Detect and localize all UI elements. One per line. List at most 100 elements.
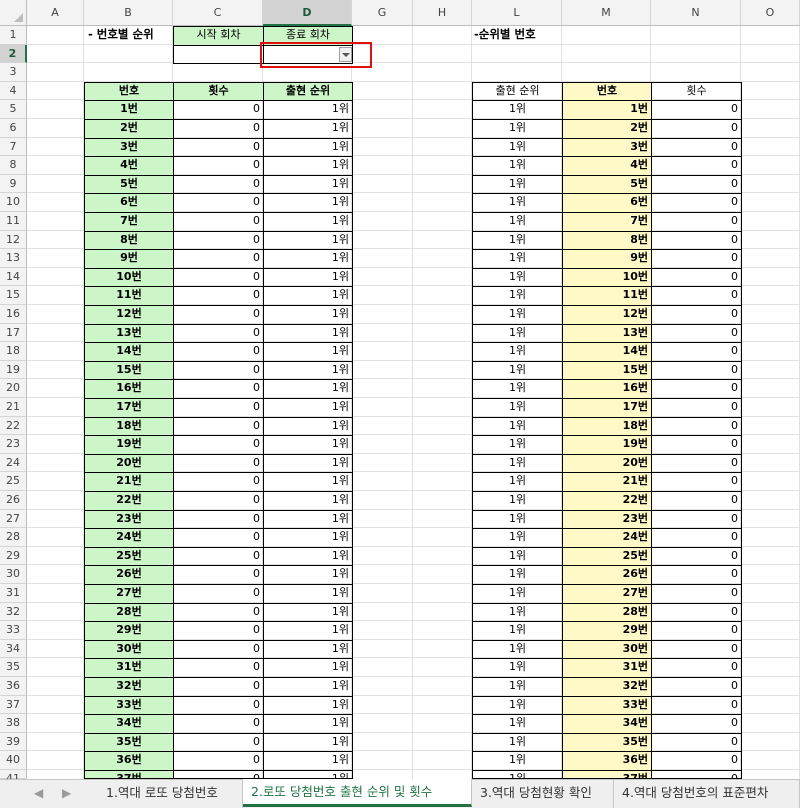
count-cell[interactable]: 0 — [651, 286, 742, 306]
number-cell[interactable]: 22번 — [84, 491, 174, 511]
number-cell[interactable]: 9번 — [84, 249, 174, 269]
row-header-33[interactable]: 33 — [0, 621, 27, 640]
number-cell[interactable]: 10번 — [562, 267, 652, 288]
number-cell[interactable]: 31번 — [562, 658, 652, 678]
count-cell[interactable]: 0 — [173, 677, 264, 697]
number-cell[interactable]: 32번 — [562, 677, 652, 697]
count-cell[interactable]: 0 — [173, 323, 264, 344]
count-cell[interactable]: 0 — [173, 546, 264, 567]
count-cell[interactable]: 0 — [651, 639, 742, 660]
count-cell[interactable]: 0 — [173, 360, 264, 381]
rank-cell[interactable]: 1위 — [472, 267, 563, 288]
count-cell[interactable]: 0 — [651, 453, 742, 474]
count-cell[interactable]: 0 — [651, 546, 742, 567]
count-cell[interactable]: 0 — [173, 249, 264, 269]
rank-cell[interactable]: 1위 — [263, 509, 353, 530]
number-cell[interactable]: 15번 — [562, 360, 652, 381]
rank-cell[interactable]: 1위 — [472, 323, 563, 344]
column-header-c[interactable]: C — [173, 0, 263, 26]
row-header-1[interactable]: 1 — [0, 26, 27, 45]
count-cell[interactable]: 0 — [173, 565, 264, 585]
number-cell[interactable]: 35번 — [562, 732, 652, 753]
number-cell[interactable]: 1번 — [562, 100, 652, 120]
count-cell[interactable]: 0 — [651, 677, 742, 697]
column-header-n[interactable]: N — [651, 0, 741, 26]
count-cell[interactable]: 0 — [173, 658, 264, 678]
count-cell[interactable]: 0 — [651, 509, 742, 530]
number-cell[interactable]: 17번 — [84, 398, 174, 418]
number-cell[interactable]: 28번 — [84, 602, 174, 623]
count-cell[interactable]: 0 — [173, 119, 264, 139]
number-cell[interactable]: 4번 — [562, 156, 652, 176]
number-cell[interactable]: 26번 — [84, 565, 174, 585]
rank-cell[interactable]: 1위 — [263, 732, 353, 753]
rank-cell[interactable]: 1위 — [472, 249, 563, 269]
number-cell[interactable]: 30번 — [562, 639, 652, 660]
rank-cell[interactable]: 1위 — [263, 249, 353, 269]
row-header-11[interactable]: 11 — [0, 212, 27, 231]
count-cell[interactable]: 0 — [651, 565, 742, 585]
number-cell[interactable]: 14번 — [84, 342, 174, 362]
number-cell[interactable]: 4번 — [84, 156, 174, 176]
count-cell[interactable]: 0 — [173, 305, 264, 325]
rank-cell[interactable]: 1위 — [263, 602, 353, 623]
number-cell[interactable]: 7번 — [84, 212, 174, 232]
count-cell[interactable]: 0 — [173, 695, 264, 716]
rank-cell[interactable]: 1위 — [263, 453, 353, 474]
rank-cell[interactable]: 1위 — [263, 360, 353, 381]
row-header-41[interactable]: 41 — [0, 770, 27, 785]
row-header-20[interactable]: 20 — [0, 379, 27, 398]
rank-cell[interactable]: 1위 — [263, 435, 353, 455]
row-header-17[interactable]: 17 — [0, 323, 27, 343]
count-cell[interactable]: 0 — [173, 602, 264, 623]
number-cell[interactable]: 21번 — [84, 472, 174, 492]
count-cell[interactable]: 0 — [173, 379, 264, 399]
number-cell[interactable]: 23번 — [562, 509, 652, 530]
row-header-28[interactable]: 28 — [0, 528, 27, 547]
count-cell[interactable]: 0 — [651, 193, 742, 213]
number-cell[interactable]: 5번 — [562, 174, 652, 195]
number-cell[interactable]: 20번 — [84, 453, 174, 474]
number-cell[interactable]: 14번 — [562, 342, 652, 362]
row-header-38[interactable]: 38 — [0, 714, 27, 733]
number-cell[interactable]: 36번 — [84, 751, 174, 771]
count-cell[interactable]: 0 — [173, 435, 264, 455]
count-cell[interactable]: 0 — [651, 230, 742, 251]
number-cell[interactable]: 3번 — [84, 137, 174, 158]
rank-cell[interactable]: 1위 — [472, 360, 563, 381]
row-header-36[interactable]: 36 — [0, 677, 27, 696]
rank-cell[interactable]: 1위 — [263, 658, 353, 678]
number-cell[interactable]: 6번 — [84, 193, 174, 213]
column-header-h[interactable]: H — [413, 0, 472, 26]
rank-cell[interactable]: 1위 — [263, 472, 353, 492]
number-cell[interactable]: 24번 — [562, 528, 652, 548]
number-cell[interactable]: 18번 — [84, 416, 174, 437]
rank-cell[interactable]: 1위 — [263, 305, 353, 325]
count-cell[interactable]: 0 — [173, 472, 264, 492]
column-header-d[interactable]: D — [263, 0, 352, 26]
rank-cell[interactable]: 1위 — [472, 546, 563, 567]
row-header-9[interactable]: 9 — [0, 174, 27, 194]
rank-cell[interactable]: 1위 — [472, 472, 563, 492]
rank-cell[interactable]: 1위 — [263, 398, 353, 418]
count-cell[interactable]: 0 — [651, 416, 742, 437]
rank-cell[interactable]: 1위 — [472, 751, 563, 771]
count-cell[interactable]: 0 — [173, 584, 264, 604]
count-cell[interactable]: 0 — [651, 435, 742, 455]
rank-cell[interactable]: 1위 — [472, 695, 563, 716]
count-cell[interactable]: 0 — [651, 398, 742, 418]
rank-cell[interactable]: 1위 — [472, 658, 563, 678]
number-cell[interactable]: 7번 — [562, 212, 652, 232]
number-cell[interactable]: 26번 — [562, 565, 652, 585]
count-cell[interactable]: 0 — [651, 602, 742, 623]
start-round-input[interactable] — [173, 44, 264, 65]
number-cell[interactable]: 15번 — [84, 360, 174, 381]
rank-cell[interactable]: 1위 — [472, 212, 563, 232]
rank-cell[interactable]: 1위 — [472, 286, 563, 306]
number-cell[interactable]: 2번 — [562, 119, 652, 139]
rank-cell[interactable]: 1위 — [263, 286, 353, 306]
row-header-3[interactable]: 3 — [0, 63, 27, 82]
row-header-19[interactable]: 19 — [0, 360, 27, 380]
number-cell[interactable]: 35번 — [84, 732, 174, 753]
rank-cell[interactable]: 1위 — [263, 621, 353, 641]
